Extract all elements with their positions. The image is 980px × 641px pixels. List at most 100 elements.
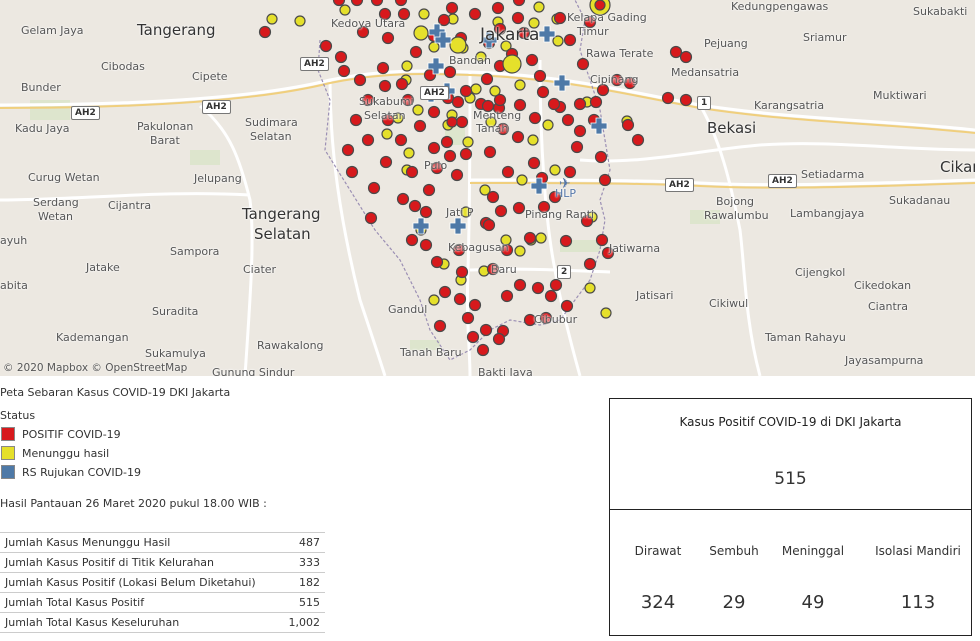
positive-marker[interactable]: [440, 135, 454, 149]
positive-marker[interactable]: [570, 140, 584, 154]
positive-marker[interactable]: [631, 133, 645, 147]
positive-marker[interactable]: [394, 0, 408, 7]
positive-marker[interactable]: [337, 64, 351, 78]
waiting-marker[interactable]: [470, 83, 482, 95]
positive-marker[interactable]: [483, 145, 497, 159]
positive-marker[interactable]: [395, 77, 409, 91]
positive-marker[interactable]: [512, 0, 526, 7]
waiting-marker[interactable]: [266, 13, 278, 25]
positive-marker[interactable]: [679, 93, 693, 107]
waiting-marker[interactable]: [514, 245, 526, 257]
positive-marker[interactable]: [596, 83, 610, 97]
hospital-marker[interactable]: [553, 74, 571, 92]
waiting-marker[interactable]: [339, 4, 351, 16]
positive-marker[interactable]: [258, 25, 272, 39]
waiting-marker[interactable]: [428, 41, 440, 53]
positive-marker[interactable]: [511, 130, 525, 144]
positive-marker[interactable]: [459, 147, 473, 161]
hospital-marker[interactable]: [412, 217, 430, 235]
positive-marker[interactable]: [561, 113, 575, 127]
hospital-marker[interactable]: [449, 217, 467, 235]
positive-cluster-marker[interactable]: [594, 0, 606, 11]
waiting-marker[interactable]: [401, 60, 413, 72]
positive-marker[interactable]: [461, 311, 475, 325]
waiting-marker[interactable]: [535, 232, 547, 244]
positive-marker[interactable]: [560, 299, 574, 313]
legend-item-waiting[interactable]: Menunggu hasil: [0, 446, 340, 460]
positive-marker[interactable]: [480, 72, 494, 86]
positive-marker[interactable]: [455, 265, 469, 279]
positive-marker[interactable]: [466, 330, 480, 344]
positive-marker[interactable]: [405, 233, 419, 247]
positive-cluster-marker[interactable]: [446, 116, 458, 128]
waiting-cluster-marker[interactable]: [413, 25, 429, 41]
positive-marker[interactable]: [589, 95, 603, 109]
positive-marker[interactable]: [513, 278, 527, 292]
positive-marker[interactable]: [482, 218, 496, 232]
positive-marker[interactable]: [319, 39, 333, 53]
positive-marker[interactable]: [493, 93, 507, 107]
positive-marker[interactable]: [376, 61, 390, 75]
waiting-marker[interactable]: [516, 174, 528, 186]
case-map[interactable]: ✈ Tangerang Tangerang Selatan Bekasi Jak…: [0, 0, 975, 376]
legend-item-hospital[interactable]: RS Rujukan COVID-19: [0, 465, 340, 479]
positive-marker[interactable]: [491, 1, 505, 15]
positive-marker[interactable]: [453, 292, 467, 306]
waiting-marker[interactable]: [514, 79, 526, 91]
positive-marker[interactable]: [525, 53, 539, 67]
positive-marker[interactable]: [573, 124, 587, 138]
positive-marker[interactable]: [523, 231, 537, 245]
positive-marker[interactable]: [531, 281, 545, 295]
positive-marker[interactable]: [413, 119, 427, 133]
positive-marker[interactable]: [459, 84, 473, 98]
positive-marker[interactable]: [438, 285, 452, 299]
positive-marker[interactable]: [559, 234, 573, 248]
positive-marker[interactable]: [445, 1, 459, 15]
positive-marker[interactable]: [553, 11, 567, 25]
positive-marker[interactable]: [433, 319, 447, 333]
positive-marker[interactable]: [427, 105, 441, 119]
waiting-marker[interactable]: [381, 128, 393, 140]
positive-marker[interactable]: [468, 7, 482, 21]
positive-marker[interactable]: [468, 298, 482, 312]
waiting-marker[interactable]: [549, 164, 561, 176]
positive-marker[interactable]: [576, 57, 590, 71]
positive-marker[interactable]: [583, 257, 597, 271]
waiting-marker[interactable]: [600, 307, 612, 319]
positive-marker[interactable]: [430, 255, 444, 269]
positive-marker[interactable]: [422, 183, 436, 197]
waiting-marker[interactable]: [542, 119, 554, 131]
positive-marker[interactable]: [427, 141, 441, 155]
positive-marker[interactable]: [405, 165, 419, 179]
waiting-marker[interactable]: [403, 147, 415, 159]
positive-marker[interactable]: [381, 31, 395, 45]
positive-marker[interactable]: [345, 165, 359, 179]
waiting-cluster-marker[interactable]: [449, 36, 467, 54]
positive-marker[interactable]: [533, 69, 547, 83]
positive-marker[interactable]: [492, 332, 506, 346]
waiting-marker[interactable]: [584, 282, 596, 294]
waiting-marker[interactable]: [462, 136, 474, 148]
positive-marker[interactable]: [370, 0, 384, 7]
positive-marker[interactable]: [479, 323, 493, 337]
positive-marker[interactable]: [679, 50, 693, 64]
positive-marker[interactable]: [334, 50, 348, 64]
waiting-cluster-marker[interactable]: [502, 54, 522, 74]
positive-marker[interactable]: [594, 150, 608, 164]
positive-marker[interactable]: [455, 115, 469, 129]
positive-marker[interactable]: [595, 233, 609, 247]
positive-marker[interactable]: [409, 45, 423, 59]
positive-marker[interactable]: [544, 289, 558, 303]
positive-marker[interactable]: [501, 165, 515, 179]
waiting-marker[interactable]: [552, 35, 564, 47]
waiting-marker[interactable]: [533, 1, 545, 13]
positive-marker[interactable]: [527, 156, 541, 170]
positive-marker[interactable]: [547, 97, 561, 111]
positive-marker[interactable]: [364, 211, 378, 225]
positive-marker[interactable]: [621, 118, 635, 132]
positive-marker[interactable]: [367, 181, 381, 195]
positive-marker[interactable]: [661, 91, 675, 105]
positive-marker[interactable]: [511, 11, 525, 25]
positive-marker[interactable]: [353, 73, 367, 87]
positive-marker[interactable]: [476, 343, 490, 357]
